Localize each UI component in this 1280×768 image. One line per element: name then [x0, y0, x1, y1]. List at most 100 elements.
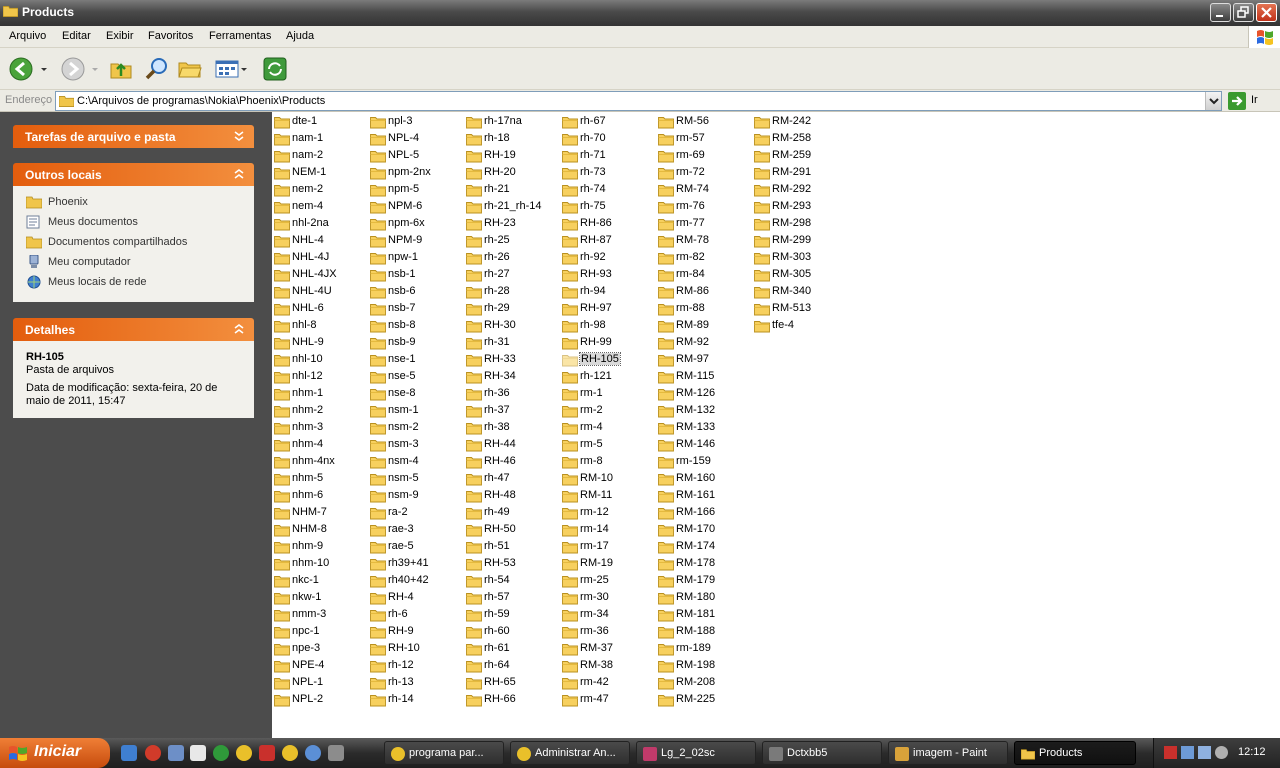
chevron-down-icon[interactable]: [232, 128, 246, 144]
quicklaunch-ie-icon[interactable]: [121, 745, 137, 761]
folder-name: RM-146: [676, 438, 716, 450]
clock[interactable]: 12:12: [1238, 746, 1266, 758]
folder-name: rh-18: [484, 132, 510, 144]
quicklaunch-tool-icon[interactable]: [328, 745, 344, 761]
folders-icon[interactable]: [177, 56, 203, 82]
panel-other-body: Phoenix Meus documentos Documentos compa…: [13, 186, 254, 302]
folder-icon: [274, 661, 290, 673]
folder-name: nkw-1: [292, 591, 322, 603]
windows-logo: [1248, 26, 1280, 48]
chevron-up-icon[interactable]: [232, 166, 246, 182]
quicklaunch-utorrent-icon[interactable]: [213, 745, 229, 761]
panel-tasks-header[interactable]: Tarefas de arquivo e pasta: [13, 125, 254, 148]
task-paint[interactable]: imagem - Paint: [888, 741, 1008, 765]
folder-name: rh-73: [580, 166, 606, 178]
back-dropdown-icon[interactable]: [38, 56, 50, 82]
sync-icon[interactable]: [262, 56, 288, 82]
menu-exibir[interactable]: Exibir: [106, 30, 134, 42]
menu-favoritos[interactable]: Favoritos: [148, 30, 193, 42]
folder-icon: [658, 202, 674, 214]
panel-other-header[interactable]: Outros locais: [13, 163, 254, 186]
folder-name: RM-198: [676, 659, 716, 671]
chevron-up-icon[interactable]: [232, 321, 246, 337]
menu-editar[interactable]: Editar: [62, 30, 91, 42]
go-button[interactable]: [1228, 92, 1246, 110]
menu-ferramentas[interactable]: Ferramentas: [209, 30, 271, 42]
folder-name: nsb-9: [388, 336, 416, 348]
address-dropdown-button[interactable]: [1205, 92, 1221, 110]
start-button[interactable]: Iniciar: [0, 738, 110, 768]
tray-network-icon[interactable]: [1181, 746, 1194, 759]
task-dctxbb5[interactable]: Dctxbb5: [762, 741, 882, 765]
folder-icon: [562, 644, 578, 656]
folder-icon: [562, 542, 578, 554]
tray-volume-icon[interactable]: [1215, 746, 1228, 759]
close-button[interactable]: [1256, 3, 1277, 22]
views-icon[interactable]: [214, 56, 248, 82]
folder-icon: [466, 406, 482, 418]
folder-name: rm-2: [580, 404, 603, 416]
folder-name: nhm-5: [292, 472, 324, 484]
quicklaunch-pdf-icon[interactable]: [259, 745, 275, 761]
address-path: C:\Arquivos de programas\Nokia\Phoenix\P…: [77, 95, 326, 107]
task-products[interactable]: Products: [1014, 741, 1136, 765]
shared-folder-icon: [26, 236, 42, 249]
up-folder-icon[interactable]: [108, 56, 134, 82]
address-input[interactable]: C:\Arquivos de programas\Nokia\Phoenix\P…: [55, 91, 1222, 111]
folder-name: nsm-2: [388, 421, 419, 433]
chrome-icon: [391, 747, 405, 761]
folder-icon: [658, 644, 674, 656]
task-lg[interactable]: Lg_2_02sc: [636, 741, 756, 765]
folder-icon: [658, 287, 674, 299]
quicklaunch-opera-icon[interactable]: [145, 745, 161, 761]
task-programa[interactable]: programa par...: [384, 741, 504, 765]
restore-button[interactable]: [1233, 3, 1254, 22]
quicklaunch-chrome2-icon[interactable]: [282, 745, 298, 761]
folder-name: rh-51: [484, 540, 510, 552]
quicklaunch-notepad-icon[interactable]: [190, 745, 206, 761]
folder-icon: [466, 508, 482, 520]
folder-name: RM-208: [676, 676, 716, 688]
folder-icon: [466, 457, 482, 469]
search-icon[interactable]: [144, 56, 170, 82]
folder-name: RM-299: [772, 234, 812, 246]
folder-icon: [658, 151, 674, 163]
quicklaunch-media-icon[interactable]: [168, 745, 184, 761]
folder-icon: [466, 321, 482, 333]
folder-icon: [562, 304, 578, 316]
menu-arquivo[interactable]: Arquivo: [9, 30, 46, 42]
folder-icon: [658, 253, 674, 265]
folder-icon: [370, 695, 386, 707]
folder-icon: [274, 559, 290, 571]
tray-antivirus-icon[interactable]: [1164, 746, 1177, 759]
quicklaunch-chrome-icon[interactable]: [236, 745, 252, 761]
panel-details-header[interactable]: Detalhes: [13, 318, 254, 341]
folder-list[interactable]: dte-1 nam-1 nam-2 NEM-1 nem-2 nem-4 nhl-2na NHL…: [272, 112, 1280, 738]
folder-name: rh-57: [484, 591, 510, 603]
folder-icon: [274, 253, 290, 265]
panel-details-title: Detalhes: [25, 323, 76, 337]
task-administrar[interactable]: Administrar An...: [510, 741, 630, 765]
go-label[interactable]: Ir: [1251, 94, 1258, 106]
folder-icon: [466, 372, 482, 384]
title-bar[interactable]: Products: [0, 0, 1280, 26]
folder-name: rm-189: [676, 642, 711, 654]
menu-ajuda[interactable]: Ajuda: [286, 30, 314, 42]
folder-name: rh-71: [580, 149, 606, 161]
folder-name: RH-87: [580, 234, 612, 246]
forward-dropdown-icon[interactable]: [90, 56, 100, 82]
folder-name: RM-56: [676, 115, 710, 127]
folder-icon: [466, 525, 482, 537]
forward-button[interactable]: [60, 56, 86, 82]
folder-name: RM-11: [580, 489, 613, 501]
folder-name: nse-1: [388, 353, 416, 365]
folder-icon: [658, 542, 674, 554]
quicklaunch-globe-icon[interactable]: [305, 745, 321, 761]
details-type: Pasta de arquivos: [26, 364, 115, 376]
folder-icon: [562, 117, 578, 129]
folder-name: rm-12: [580, 506, 609, 518]
minimize-button[interactable]: [1210, 3, 1231, 22]
back-button[interactable]: [8, 56, 34, 82]
tray-monitor-icon[interactable]: [1198, 746, 1211, 759]
folder-name: RM-178: [676, 557, 716, 569]
